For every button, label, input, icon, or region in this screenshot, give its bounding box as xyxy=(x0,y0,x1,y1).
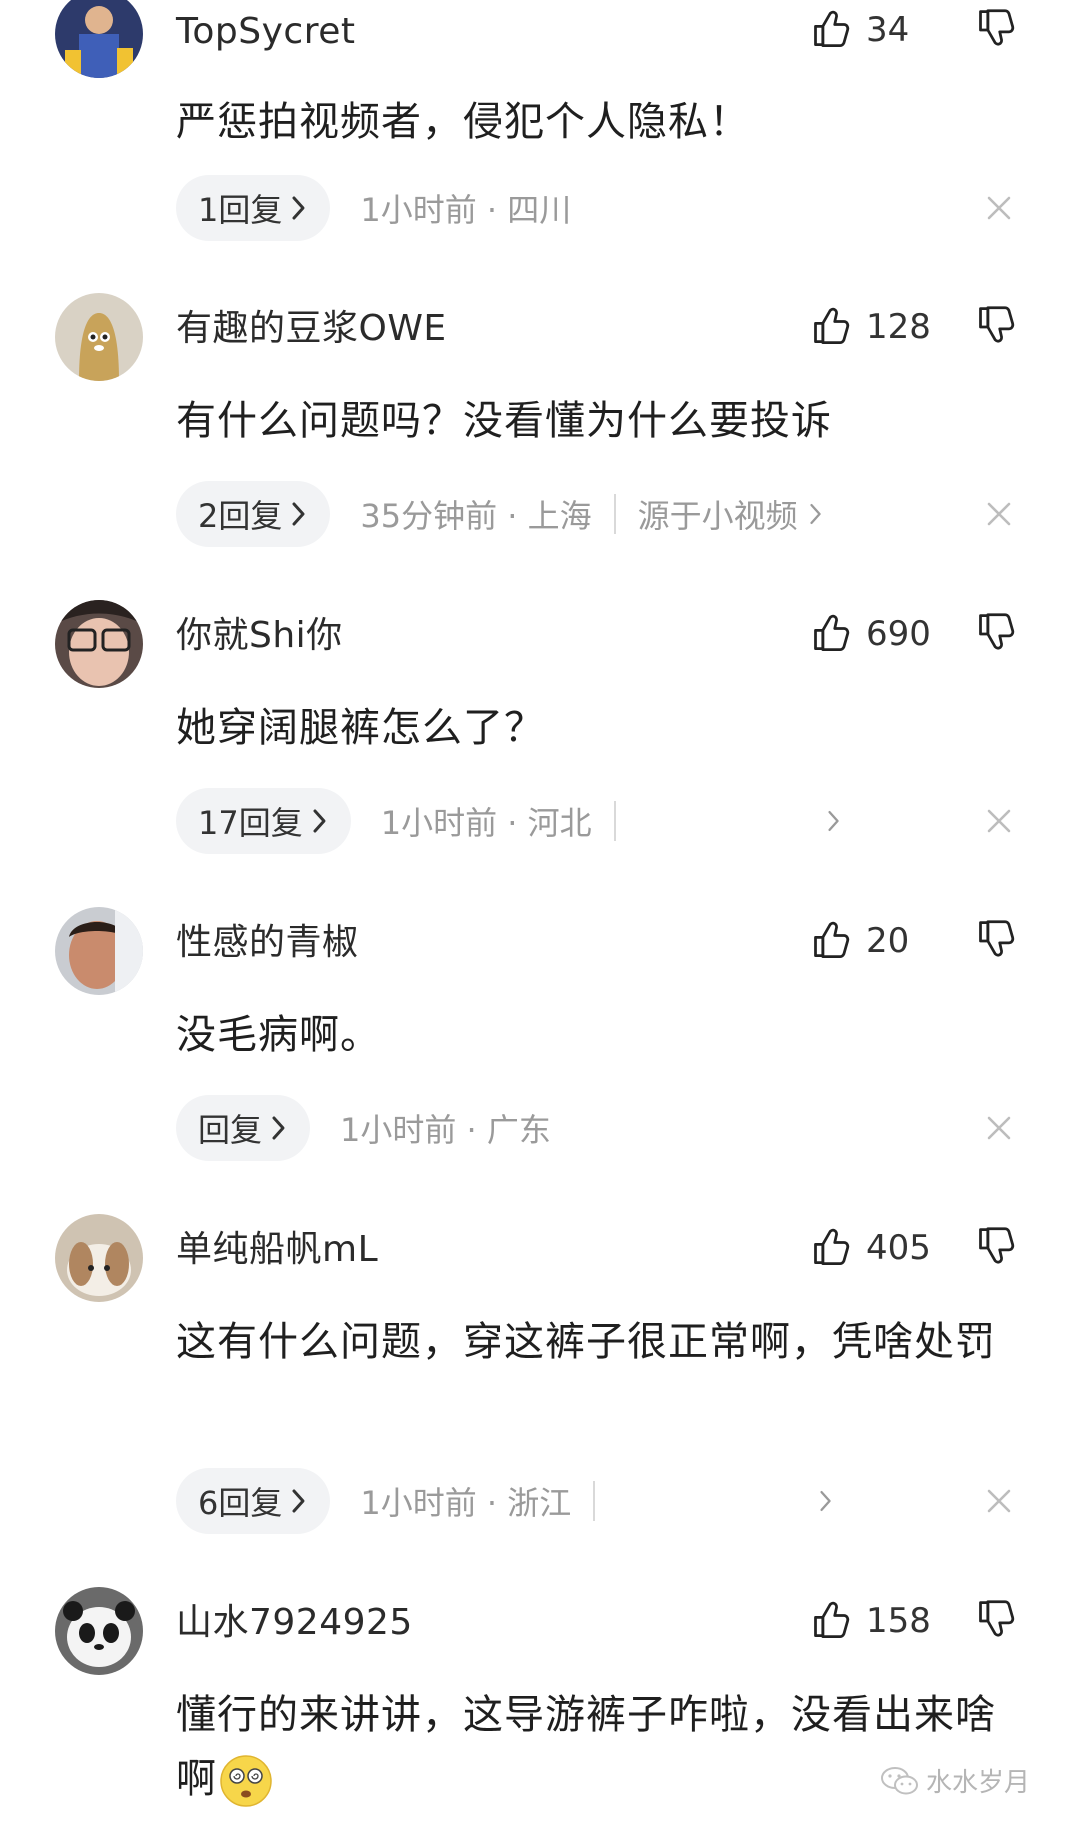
comment-meta: 1回复 1小时前 · 四川 xyxy=(176,175,1056,241)
reply-label: 2回复 xyxy=(198,497,283,535)
time-location: 1小时前 · 广东 xyxy=(340,1111,551,1149)
close-icon[interactable] xyxy=(986,1488,1012,1514)
watermark: 水水岁月 xyxy=(880,1762,1030,1799)
comment-meta: 回复 1小时前 · 广东 xyxy=(176,1095,1056,1161)
comment-meta: 2回复 35分钟前 · 上海 源于小视频 xyxy=(176,481,1056,547)
like-count: 158 xyxy=(866,1601,931,1641)
wechat-icon xyxy=(881,1766,918,1794)
like-count: 20 xyxy=(866,921,910,961)
divider xyxy=(613,494,616,534)
reply-label: 17回复 xyxy=(198,804,303,842)
thumbs-up-icon xyxy=(814,10,850,47)
close-icon[interactable] xyxy=(986,501,1012,527)
like-button[interactable]: 158 xyxy=(810,1597,931,1645)
thumbs-up-icon xyxy=(814,1228,850,1265)
thumbs-up-icon xyxy=(814,921,850,958)
time-location: 1小时前 · 浙江 xyxy=(360,1484,572,1522)
avatar[interactable] xyxy=(55,1214,143,1302)
comment-text: 有什么问题吗？没看懂为什么要投诉 xyxy=(176,398,832,444)
divider xyxy=(593,1481,596,1521)
comment-meta: 17回复 1小时前 · 河北 xyxy=(176,788,1056,854)
close-icon[interactable] xyxy=(986,195,1012,221)
avatar[interactable] xyxy=(55,1587,143,1675)
thumbs-down-icon[interactable] xyxy=(975,8,1019,52)
source-link[interactable]: 源于小视频 xyxy=(638,491,824,537)
username[interactable]: 性感的青椒 xyxy=(176,921,359,965)
username[interactable]: 单纯船帆mL xyxy=(176,1228,378,1272)
like-button[interactable]: 690 xyxy=(810,610,931,658)
time-location: 1小时前 · 河北 xyxy=(380,804,592,842)
like-button[interactable]: 20 xyxy=(810,917,909,965)
thumbs-down-icon[interactable] xyxy=(975,1599,1019,1643)
time-location: 1小时前 · 四川 xyxy=(360,191,572,229)
chevron-right-icon xyxy=(292,502,305,526)
username[interactable]: TopSycret xyxy=(176,10,355,54)
reply-button[interactable]: 6回复 xyxy=(176,1468,331,1534)
like-count: 128 xyxy=(866,307,931,347)
time-location: 35分钟前 · 上海 xyxy=(360,497,592,535)
chevron-right-icon xyxy=(313,809,326,833)
thumbs-up-icon xyxy=(814,614,850,651)
avatar[interactable] xyxy=(55,600,143,688)
dizzy-face-emoji xyxy=(220,1755,272,1807)
thumbs-up-icon xyxy=(814,307,850,344)
chevron-right-icon[interactable] xyxy=(818,1488,834,1514)
comment-text: 这有什么问题，穿这裤子很正常啊，凭啥处罚 xyxy=(176,1319,996,1365)
thumbs-down-icon[interactable] xyxy=(975,919,1019,963)
reply-button[interactable]: 回复 xyxy=(176,1095,311,1161)
username[interactable]: 你就Shi你 xyxy=(176,614,343,658)
like-count: 690 xyxy=(866,614,931,654)
chevron-right-icon xyxy=(292,196,305,220)
comment-text: 她穿阔腿裤怎么了？ xyxy=(176,705,545,751)
chevron-right-icon xyxy=(810,503,821,525)
reply-label: 6回复 xyxy=(198,1484,283,1522)
like-count: 34 xyxy=(866,10,910,50)
username[interactable]: 山水7924925 xyxy=(176,1601,413,1645)
thumbs-down-icon[interactable] xyxy=(975,612,1019,656)
avatar[interactable] xyxy=(55,907,143,995)
thumbs-down-icon[interactable] xyxy=(975,305,1019,349)
thumbs-down-icon[interactable] xyxy=(975,1226,1019,1270)
like-count: 405 xyxy=(866,1228,931,1268)
close-icon[interactable] xyxy=(986,1115,1012,1141)
username[interactable]: 有趣的豆浆OWE xyxy=(176,307,447,351)
reply-button[interactable]: 1回复 xyxy=(176,175,331,241)
reply-label: 1回复 xyxy=(198,191,283,229)
reply-button[interactable]: 17回复 xyxy=(176,788,351,854)
avatar[interactable] xyxy=(55,293,143,381)
divider xyxy=(613,801,616,841)
chevron-right-icon xyxy=(272,1116,285,1140)
reply-button[interactable]: 2回复 xyxy=(176,481,331,547)
chevron-right-icon[interactable] xyxy=(826,808,842,834)
close-icon[interactable] xyxy=(986,808,1012,834)
avatar[interactable] xyxy=(55,0,143,78)
chevron-right-icon xyxy=(292,1489,305,1513)
comment-text: 严惩拍视频者，侵犯个人隐私！ xyxy=(176,99,750,145)
like-button[interactable]: 128 xyxy=(810,303,931,351)
like-button[interactable]: 405 xyxy=(810,1224,931,1272)
comment-meta: 6回复 1小时前 · 浙江 xyxy=(176,1468,1056,1534)
watermark-text: 水水岁月 xyxy=(926,1768,1031,1798)
like-button[interactable]: 34 xyxy=(810,6,909,54)
comment-text: 没毛病啊。 xyxy=(176,1012,381,1058)
reply-label: 回复 xyxy=(198,1111,263,1149)
thumbs-up-icon xyxy=(814,1601,850,1638)
comment-text-content: 懂行的来讲讲，这导游裤子咋啦，没看出来啥啊 xyxy=(176,1692,996,1802)
source-label: 源于小视频 xyxy=(637,497,798,535)
